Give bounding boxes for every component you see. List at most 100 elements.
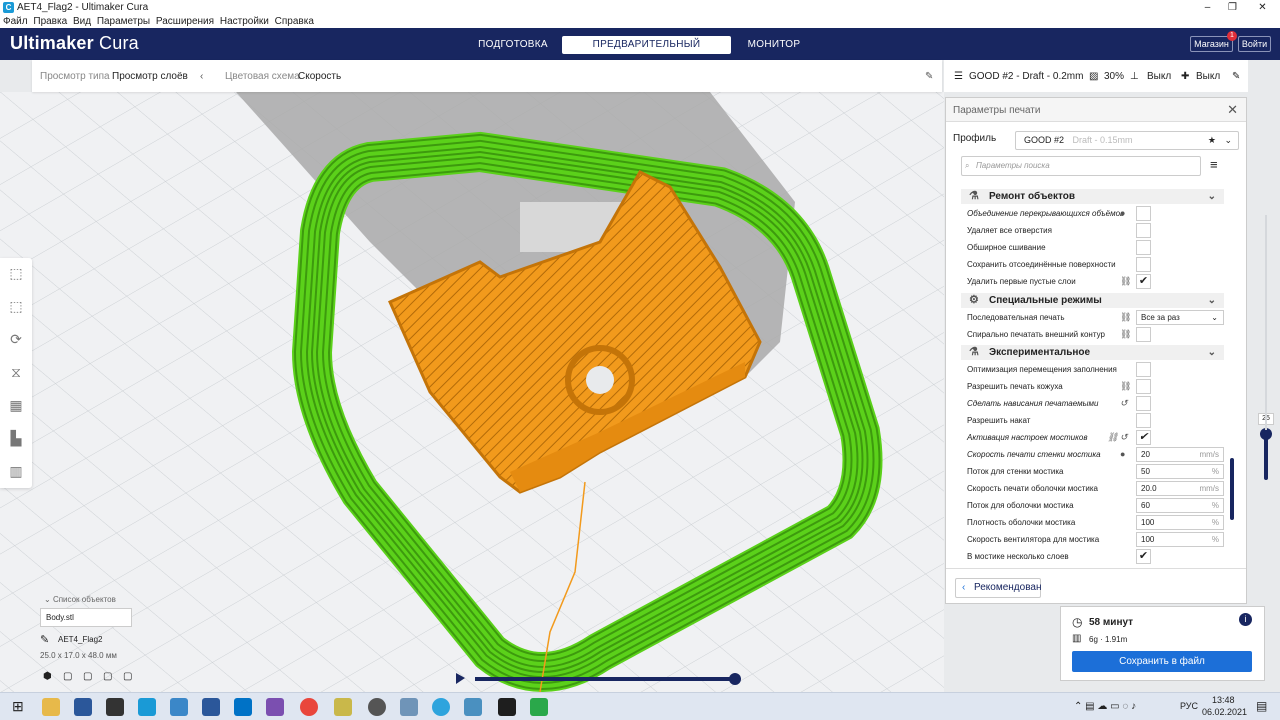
info-icon[interactable]: i (1239, 613, 1252, 626)
menu-extensions[interactable]: Расширения (156, 15, 214, 28)
chrome-icon[interactable] (300, 698, 318, 716)
view-top-icon[interactable]: ▢ (83, 671, 92, 682)
clock-date[interactable]: 06.02.2021 (1202, 707, 1247, 717)
app-yellow-icon[interactable] (334, 698, 352, 716)
setting-checkbox[interactable] (1136, 240, 1151, 255)
menu-view[interactable]: Вид (73, 15, 91, 28)
per-model-settings-icon[interactable]: ▦ (6, 394, 26, 416)
object-file-item[interactable]: Body.stl (40, 608, 132, 627)
setting-checkbox[interactable] (1136, 362, 1151, 377)
favorite-star-icon[interactable]: ★ (1208, 132, 1216, 149)
close-icon[interactable]: ✕ (1227, 102, 1238, 118)
scale-tool-icon[interactable]: ⬚ (6, 295, 26, 317)
store-button[interactable]: Магазин (1190, 36, 1233, 52)
maximize-icon[interactable]: ❐ (1220, 0, 1245, 15)
outlook-icon[interactable] (234, 698, 252, 716)
layer-slider-track[interactable] (1264, 430, 1268, 480)
app-dark-icon[interactable] (106, 698, 124, 716)
settings-list[interactable]: ⚗ Ремонт объектов ⌄ Объединение перекрыв… (961, 185, 1229, 568)
save-disk-icon[interactable] (74, 698, 92, 716)
link-icon[interactable]: ⛓ (1120, 326, 1131, 343)
category-mesh-fixes[interactable]: ⚗ Ремонт объектов ⌄ (961, 189, 1224, 204)
view-type-dropdown[interactable]: Просмотр слоёв (112, 71, 188, 82)
menu-edit[interactable]: Правка (33, 15, 67, 28)
menu-help[interactable]: Справка (275, 15, 314, 28)
setting-input[interactable]: 20.0 mm/s (1136, 481, 1224, 496)
view-front-icon[interactable]: ▢ (63, 671, 72, 682)
clock-time[interactable]: 13:48 (1212, 695, 1235, 705)
tab-preview[interactable]: ПРЕДВАРИТЕЛЬНЫЙ ПРОСМОТР (562, 36, 731, 68)
setting-checkbox[interactable] (1136, 327, 1151, 342)
mirror-tool-icon[interactable]: ⧖ (6, 361, 26, 383)
setting-checkbox[interactable]: ✔ (1136, 274, 1151, 289)
info-icon[interactable]: ● (1120, 205, 1125, 222)
support-blocker-icon[interactable]: ▙ (6, 427, 26, 449)
rotate-tool-icon[interactable]: ⟳ (6, 328, 26, 350)
recommended-button[interactable]: ‹ Рекомендован (955, 578, 1041, 598)
telegram-icon[interactable] (432, 698, 450, 716)
file-explorer-icon[interactable] (42, 698, 60, 716)
category-special-modes[interactable]: ⚙ Специальные режимы ⌄ (961, 293, 1224, 308)
terminal-icon[interactable] (498, 698, 516, 716)
setting-input[interactable]: 100% (1136, 532, 1224, 547)
windows-start-icon[interactable]: ⊞ (12, 698, 24, 715)
color-scheme-dropdown[interactable]: Скорость (298, 71, 341, 82)
settings-scrollbar[interactable] (1230, 458, 1234, 520)
app-blue-icon[interactable] (170, 698, 188, 716)
menu-file[interactable]: Файл (3, 15, 28, 28)
language-indicator[interactable]: РУС (1180, 701, 1198, 711)
edit-view-icon[interactable]: ✎ (925, 71, 933, 82)
collapse-left-icon[interactable]: ‹ (200, 71, 203, 82)
profile-summary[interactable]: GOOD #2 - Draft - 0.2mm (969, 71, 1083, 82)
view-right-icon[interactable]: ▢ (123, 671, 132, 682)
setting-checkbox[interactable]: ✔ (1136, 549, 1151, 564)
setting-checkbox[interactable] (1136, 413, 1151, 428)
word-icon[interactable] (202, 698, 220, 716)
info-icon[interactable]: ● (1120, 446, 1125, 463)
job-name[interactable]: AET4_Flag2 (58, 635, 102, 644)
view-3d-icon[interactable]: ⬢ (43, 671, 52, 682)
menu-preferences[interactable]: Настройки (220, 15, 269, 28)
setting-checkbox[interactable] (1136, 379, 1151, 394)
tab-monitor[interactable]: МОНИТОР (742, 36, 806, 54)
link-icon[interactable]: ⛓ (1120, 309, 1131, 326)
reset-icon[interactable]: ↺ (1120, 429, 1128, 446)
app-store-icon[interactable] (464, 698, 482, 716)
search-input[interactable]: ⌕ Параметры поиска (961, 156, 1201, 176)
setting-checkbox[interactable]: ✔ (1136, 430, 1151, 445)
object-list-title[interactable]: ⌄ Список объектов (44, 595, 116, 604)
link-icon[interactable]: ⛓ (1107, 429, 1118, 446)
minimize-icon[interactable]: – (1195, 0, 1220, 15)
reset-icon[interactable]: ↺ (1120, 395, 1128, 412)
cutting-tool-icon[interactable]: ▥ (6, 460, 26, 482)
login-button[interactable]: Войти (1238, 36, 1271, 52)
setting-input[interactable]: 60% (1136, 498, 1224, 513)
print-setup-bar[interactable]: ☰ GOOD #2 - Draft - 0.2mm ▨ 30% ⊥ Выкл ✚… (944, 60, 1248, 92)
setting-checkbox[interactable] (1136, 396, 1151, 411)
setting-input[interactable]: 20 mm/s (1136, 447, 1224, 462)
viber-icon[interactable] (266, 698, 284, 716)
app-circle-icon[interactable] (368, 698, 386, 716)
close-window-icon[interactable]: ✕ (1250, 0, 1275, 15)
app-green-icon[interactable] (530, 698, 548, 716)
setting-input[interactable]: 100% (1136, 515, 1224, 530)
app-gray-icon[interactable] (400, 698, 418, 716)
cura-taskbar-icon[interactable] (138, 698, 156, 716)
setting-checkbox[interactable] (1136, 257, 1151, 272)
tray-icons[interactable]: ⌃ ▤ ☁ ▭ ◌ ♪ (1074, 701, 1136, 712)
edit-name-icon[interactable]: ✎ (40, 633, 49, 646)
profile-dropdown[interactable]: GOOD #2 Draft - 0.15mm ★ ⌄ (1015, 131, 1239, 150)
move-tool-icon[interactable]: ⬚ (6, 262, 26, 284)
menu-settings[interactable]: Параметры (97, 15, 150, 28)
settings-menu-icon[interactable]: ≡ (1210, 157, 1218, 172)
setting-select[interactable]: Все за раз ⌄ (1136, 310, 1224, 325)
category-experimental[interactable]: ⚗ Экспериментальное ⌄ (961, 345, 1224, 360)
link-icon[interactable]: ⛓ (1120, 273, 1131, 290)
link-icon[interactable]: ⛓ (1120, 378, 1131, 395)
tab-prepare[interactable]: ПОДГОТОВКА (475, 36, 551, 54)
edit-print-icon[interactable]: ✎ (1232, 71, 1240, 82)
setting-checkbox[interactable] (1136, 206, 1151, 221)
notification-icon[interactable]: ▤ (1256, 699, 1267, 713)
setting-input[interactable]: 50% (1136, 464, 1224, 479)
setting-checkbox[interactable] (1136, 223, 1151, 238)
